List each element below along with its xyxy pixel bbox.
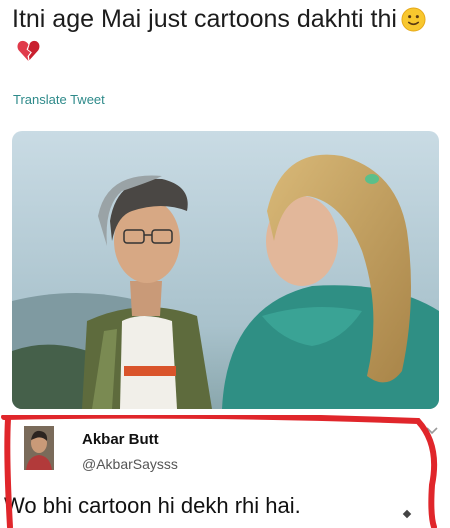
- avatar[interactable]: [24, 426, 54, 470]
- tweet-photo[interactable]: [12, 131, 439, 409]
- reply-handle[interactable]: @AkbarSaysss: [82, 456, 178, 472]
- avatar-photo: [24, 426, 54, 470]
- reply-text: Wo bhi cartoon hi dekh rhi hai.: [4, 493, 301, 518]
- broken-heart-emoji-icon: [17, 40, 40, 62]
- translate-tweet-link[interactable]: Translate Tweet: [13, 92, 105, 107]
- tweet-text-block: Itni age Mai just cartoons dakhti thi: [12, 4, 432, 66]
- reply-tweet[interactable]: Akbar Butt @AkbarSaysss Wo bhi cartoon h…: [0, 415, 450, 528]
- tweet-text: Itni age Mai just cartoons dakhti thi: [12, 5, 397, 33]
- smiley-emoji-icon: [401, 7, 426, 32]
- photo-illustration: [12, 131, 439, 409]
- chevron-down-icon[interactable]: [425, 423, 439, 437]
- reply-display-name[interactable]: Akbar Butt: [82, 431, 159, 448]
